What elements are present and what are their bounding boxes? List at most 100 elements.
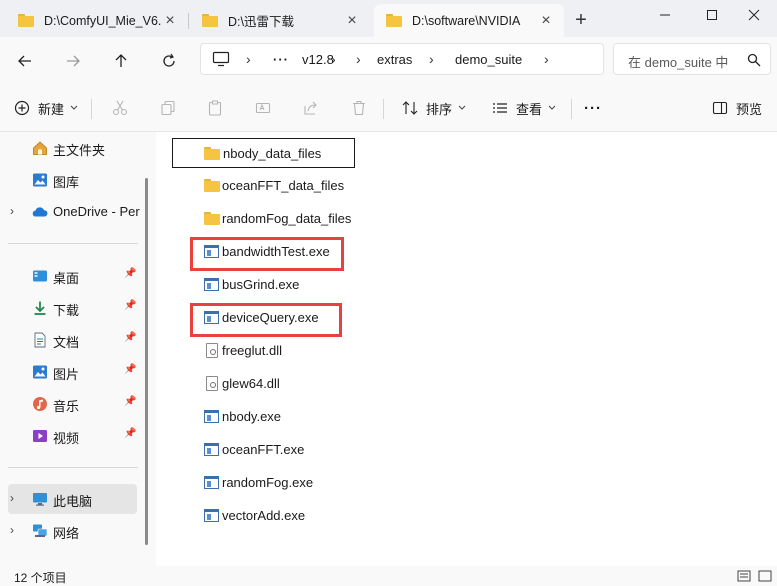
share-button[interactable]: [303, 96, 319, 120]
pin-icon[interactable]: 📌: [124, 300, 136, 311]
preview-pane-icon: [712, 101, 728, 115]
sidebar-item-documents[interactable]: 文档 📌: [8, 325, 137, 355]
file-row-oceanfft-data-files[interactable]: oceanFFT_data_files: [172, 171, 356, 201]
sidebar-item-network[interactable]: › 网络: [8, 516, 137, 546]
tab-divider: [188, 13, 189, 29]
chevron-right-icon[interactable]: ›: [10, 491, 14, 505]
close-tab-icon[interactable]: ×: [344, 12, 360, 30]
forward-button[interactable]: [61, 49, 85, 73]
dll-icon: [206, 376, 218, 391]
sidebar-item-downloads[interactable]: 下载 📌: [8, 293, 137, 323]
file-row-randomfog-exe[interactable]: randomFog.exe: [172, 468, 356, 498]
sidebar-item-home[interactable]: 主文件夹: [8, 133, 137, 163]
sidebar-item-music[interactable]: 音乐 📌: [8, 389, 137, 419]
videos-icon: [33, 430, 47, 442]
new-tab-button[interactable]: +: [570, 10, 592, 30]
file-row-nbody-data-files[interactable]: nbody_data_files: [172, 138, 355, 168]
delete-button[interactable]: [351, 96, 367, 120]
file-row-nbody-exe[interactable]: nbody.exe: [172, 402, 356, 432]
toolbar-divider: [383, 99, 384, 119]
address-bar[interactable]: › ··· › v12.8 › extras › demo_suite ›: [200, 43, 604, 75]
paste-button[interactable]: [207, 96, 223, 120]
rename-icon: [255, 102, 271, 114]
sidebar-item-pictures[interactable]: 图片 📌: [8, 357, 137, 387]
copy-button[interactable]: [160, 96, 176, 120]
share-icon: [304, 101, 317, 115]
cut-button[interactable]: [112, 96, 128, 120]
sidebar-item-label: 网络: [53, 526, 80, 541]
refresh-button[interactable]: [157, 49, 181, 73]
tab-label: D:\迅雷下载: [228, 15, 294, 29]
tab-comfyui[interactable]: D:\ComfyUI_Mie_V6. ×: [6, 4, 188, 37]
status-bar: 12 个项目: [0, 566, 777, 586]
layout-toggle-icons[interactable]: [737, 570, 773, 582]
search-input[interactable]: 在 demo_suite 中: [613, 43, 771, 75]
sidebar-item-label: 视频: [53, 431, 80, 446]
minimize-button[interactable]: [642, 0, 688, 30]
new-button[interactable]: 新建: [14, 96, 78, 120]
back-button[interactable]: [13, 49, 37, 73]
maximize-button[interactable]: [689, 0, 735, 30]
file-name: freeglut.dll: [222, 343, 282, 358]
file-name: nbody.exe: [222, 409, 282, 424]
folder-icon: [202, 14, 218, 27]
documents-icon: [34, 332, 46, 348]
file-name: glew64.dll: [222, 376, 280, 391]
sort-button[interactable]: 排序: [402, 96, 466, 120]
chevron-right-icon[interactable]: ›: [10, 204, 14, 218]
pin-icon[interactable]: 📌: [124, 364, 136, 375]
chevron-right-icon[interactable]: ›: [246, 51, 251, 67]
sidebar-item-label: OneDrive - Per: [53, 204, 140, 219]
minimize-icon: [660, 14, 670, 16]
highlight-box-bandwidthtest: [190, 237, 344, 271]
gallery-icon: [33, 173, 47, 187]
up-button[interactable]: [109, 49, 133, 73]
sidebar-item-videos[interactable]: 视频 📌: [8, 421, 137, 451]
chevron-right-icon[interactable]: ›: [10, 523, 14, 537]
tab-bar: D:\ComfyUI_Mie_V6. × D:\迅雷下载 × D:\softwa…: [0, 0, 777, 37]
toolbar-divider: [91, 99, 92, 119]
pin-icon[interactable]: 📌: [124, 396, 136, 407]
breadcrumb-v12-8[interactable]: v12.8: [302, 52, 334, 67]
close-tab-icon[interactable]: ×: [162, 12, 178, 30]
file-row-glew64-dll[interactable]: glew64.dll: [172, 369, 356, 399]
pin-icon[interactable]: 📌: [124, 332, 136, 343]
chevron-right-icon[interactable]: ›: [356, 51, 361, 67]
file-row-freeglut-dll[interactable]: freeglut.dll: [172, 336, 356, 366]
sidebar-item-label: 文档: [53, 335, 80, 350]
more-options-button[interactable]: ···: [584, 96, 602, 120]
breadcrumb-extras[interactable]: extras: [377, 52, 412, 67]
chevron-right-icon[interactable]: ›: [429, 51, 434, 67]
file-row-oceanfft-exe[interactable]: oceanFFT.exe: [172, 435, 356, 465]
sidebar-item-gallery[interactable]: 图库: [8, 165, 137, 195]
sidebar-scrollbar[interactable]: [145, 178, 148, 545]
pin-icon[interactable]: 📌: [124, 428, 136, 439]
sidebar-item-onedrive[interactable]: › OneDrive - Per: [8, 197, 140, 227]
pin-icon[interactable]: 📌: [124, 268, 136, 279]
arrow-right-icon: [67, 55, 80, 67]
chevron-down-icon: [458, 105, 466, 110]
chevron-right-icon[interactable]: ›: [544, 51, 549, 67]
breadcrumb-demo-suite[interactable]: demo_suite: [455, 52, 522, 67]
close-window-button[interactable]: [731, 0, 777, 30]
rename-button[interactable]: [255, 96, 271, 120]
tab-xunlei[interactable]: D:\迅雷下载 ×: [190, 4, 370, 37]
folder-icon: [18, 14, 34, 27]
sidebar-item-label: 桌面: [53, 271, 80, 286]
close-tab-icon[interactable]: ×: [538, 12, 554, 30]
navigation-pane: 主文件夹 图库 › OneDrive - Per 桌面 📌 下载 📌 文档 📌 …: [0, 132, 155, 566]
sidebar-divider: [8, 467, 138, 468]
view-button[interactable]: 查看: [492, 96, 556, 120]
file-name: vectorAdd.exe: [222, 508, 306, 523]
sidebar-item-this-pc[interactable]: › 此电脑: [8, 484, 137, 514]
tab-nvidia[interactable]: D:\software\NVIDIA ×: [374, 4, 564, 37]
search-icon: [747, 53, 761, 67]
preview-button[interactable]: 预览: [712, 96, 762, 120]
file-row-randomfog-data-files[interactable]: randomFog_data_files: [172, 204, 356, 234]
file-row-busgrind-exe[interactable]: busGrind.exe: [172, 270, 356, 300]
network-icon: [33, 524, 48, 537]
preview-label: 预览: [736, 101, 763, 117]
sidebar-item-desktop[interactable]: 桌面 📌: [8, 261, 137, 291]
file-row-vectoradd-exe[interactable]: vectorAdd.exe: [172, 501, 356, 531]
breadcrumb-overflow[interactable]: ···: [273, 52, 289, 67]
